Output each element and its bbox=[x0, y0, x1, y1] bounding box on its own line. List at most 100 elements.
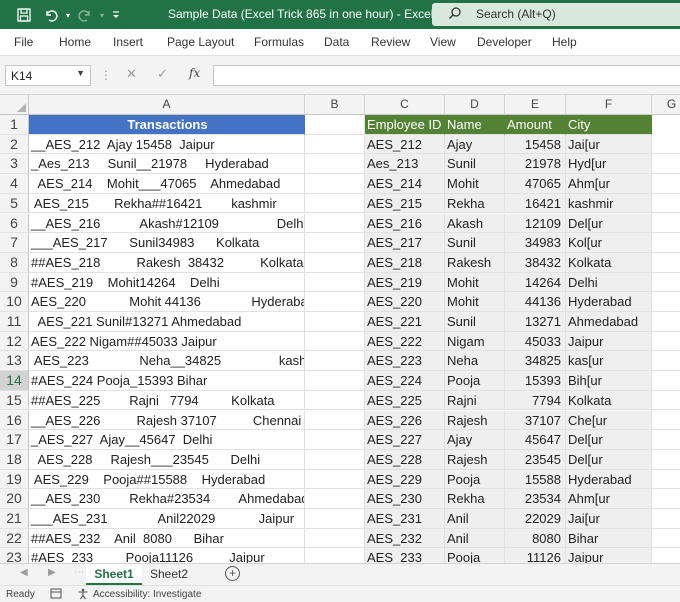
empty-cell[interactable] bbox=[305, 193, 365, 214]
column-header-g[interactable]: G bbox=[652, 95, 680, 115]
employee-id-cell[interactable]: AES_212 bbox=[365, 134, 445, 155]
transaction-cell[interactable]: ##AES_225 Rajni 7794 Kolkata bbox=[29, 390, 305, 411]
accessibility-icon[interactable] bbox=[77, 588, 89, 602]
accessibility-status[interactable]: Accessibility: Investigate bbox=[93, 589, 201, 600]
table-header-amount[interactable]: Amount bbox=[505, 115, 566, 135]
employee-id-cell[interactable]: AES_233 bbox=[365, 548, 445, 563]
empty-cell[interactable] bbox=[305, 174, 365, 194]
empty-cell[interactable] bbox=[305, 509, 365, 529]
name-cell[interactable]: Sunil bbox=[445, 312, 505, 332]
name-box[interactable]: K14 ▼ bbox=[5, 65, 91, 86]
city-cell[interactable]: Bih[ur bbox=[566, 371, 652, 391]
menu-page-layout[interactable]: Page Layout bbox=[167, 35, 234, 49]
empty-cell[interactable] bbox=[305, 469, 365, 490]
amount-cell[interactable]: 38432 bbox=[505, 252, 566, 273]
amount-cell[interactable]: 44136 bbox=[505, 292, 566, 312]
cancel-icon[interactable]: ✕ bbox=[126, 66, 137, 82]
employee-id-cell[interactable]: Aes_213 bbox=[365, 154, 445, 175]
empty-cell[interactable] bbox=[652, 134, 680, 155]
empty-cell[interactable] bbox=[305, 292, 365, 312]
name-cell[interactable]: Ajay bbox=[445, 134, 505, 155]
employee-id-cell[interactable]: AES_230 bbox=[365, 489, 445, 509]
chevron-down-icon[interactable]: ▼ bbox=[76, 68, 85, 78]
row-header-20[interactable]: 20 bbox=[0, 489, 29, 509]
row-header-5[interactable]: 5 bbox=[0, 193, 29, 214]
tab-sheet2[interactable]: Sheet2 bbox=[143, 564, 195, 585]
row-header-9[interactable]: 9 bbox=[0, 272, 29, 293]
city-cell[interactable]: Jai[ur bbox=[566, 509, 652, 529]
amount-cell[interactable]: 15588 bbox=[505, 469, 566, 490]
name-cell[interactable]: Mohit bbox=[445, 272, 505, 293]
employee-id-cell[interactable]: AES_224 bbox=[365, 371, 445, 391]
transaction-cell[interactable]: ##AES_232 Anil 8080 Bihar bbox=[29, 528, 305, 549]
empty-cell[interactable] bbox=[652, 193, 680, 214]
customize-toolbar-icon[interactable] bbox=[106, 5, 126, 25]
empty-cell[interactable] bbox=[305, 410, 365, 431]
save-icon[interactable] bbox=[14, 5, 34, 25]
empty-cell[interactable] bbox=[652, 272, 680, 293]
name-cell[interactable]: Mohit bbox=[445, 174, 505, 194]
empty-cell[interactable] bbox=[652, 449, 680, 470]
name-cell[interactable]: Anil bbox=[445, 509, 505, 529]
column-header-b[interactable]: B bbox=[305, 95, 365, 115]
transaction-cell[interactable]: ___AES_231 Anil22029 Jaipur bbox=[29, 509, 305, 529]
row-header-4[interactable]: 4 bbox=[0, 174, 29, 194]
empty-cell[interactable] bbox=[305, 213, 365, 234]
employee-id-cell[interactable]: AES_220 bbox=[365, 292, 445, 312]
empty-cell[interactable] bbox=[652, 528, 680, 549]
row-header-7[interactable]: 7 bbox=[0, 233, 29, 253]
name-cell[interactable]: Neha bbox=[445, 351, 505, 372]
empty-cell[interactable] bbox=[305, 449, 365, 470]
empty-cell[interactable] bbox=[652, 489, 680, 509]
city-cell[interactable]: Kolkata bbox=[566, 252, 652, 273]
amount-cell[interactable]: 21978 bbox=[505, 154, 566, 175]
empty-cell[interactable] bbox=[652, 312, 680, 332]
empty-cell[interactable] bbox=[652, 390, 680, 411]
name-cell[interactable]: Nigam bbox=[445, 331, 505, 352]
tab-sheet1[interactable]: Sheet1 bbox=[86, 564, 142, 585]
empty-cell[interactable] bbox=[652, 174, 680, 194]
empty-cell[interactable] bbox=[305, 233, 365, 253]
empty-cell[interactable] bbox=[305, 252, 365, 273]
amount-cell[interactable]: 34983 bbox=[505, 233, 566, 253]
column-header-f[interactable]: F bbox=[566, 95, 652, 115]
insert-function-icon[interactable]: fx bbox=[189, 66, 200, 80]
amount-cell[interactable]: 7794 bbox=[505, 390, 566, 411]
employee-id-cell[interactable]: AES_216 bbox=[365, 213, 445, 234]
row-header-3[interactable]: 3 bbox=[0, 154, 29, 175]
row-header-12[interactable]: 12 bbox=[0, 331, 29, 352]
table-header-employee-id[interactable]: Employee ID bbox=[365, 115, 445, 135]
name-cell[interactable]: Anil bbox=[445, 528, 505, 549]
empty-cell[interactable] bbox=[305, 351, 365, 372]
amount-cell[interactable]: 11126 bbox=[505, 548, 566, 563]
name-cell[interactable]: Mohit bbox=[445, 292, 505, 312]
cell-b1[interactable] bbox=[305, 115, 365, 135]
transaction-cell[interactable]: AES_223 Neha__34825 kashmir bbox=[29, 351, 305, 372]
column-header-a[interactable]: A bbox=[29, 95, 305, 115]
empty-cell[interactable] bbox=[652, 213, 680, 234]
tab-scroll-left-icon[interactable]: ◀ bbox=[20, 567, 28, 578]
row-header-1[interactable]: 1 bbox=[0, 115, 29, 135]
transaction-cell[interactable]: AES_228 Rajesh___23545 Delhi bbox=[29, 449, 305, 470]
row-header-15[interactable]: 15 bbox=[0, 390, 29, 411]
empty-cell[interactable] bbox=[652, 331, 680, 352]
employee-id-cell[interactable]: AES_228 bbox=[365, 449, 445, 470]
menu-data[interactable]: Data bbox=[324, 35, 349, 49]
city-cell[interactable]: Jai[ur bbox=[566, 134, 652, 155]
transaction-cell[interactable]: AES_220 Mohit 44136 Hyderabad bbox=[29, 292, 305, 312]
empty-cell[interactable] bbox=[305, 331, 365, 352]
city-cell[interactable]: kashmir bbox=[566, 193, 652, 214]
amount-cell[interactable]: 23534 bbox=[505, 489, 566, 509]
city-cell[interactable]: Kolkata bbox=[566, 390, 652, 411]
tab-more-icon[interactable]: ⋯ bbox=[74, 567, 84, 578]
city-cell[interactable]: Jaipur bbox=[566, 548, 652, 563]
employee-id-cell[interactable]: AES_218 bbox=[365, 252, 445, 273]
empty-cell[interactable] bbox=[652, 371, 680, 391]
row-header-13[interactable]: 13 bbox=[0, 351, 29, 372]
column-header-e[interactable]: E bbox=[505, 95, 566, 115]
employee-id-cell[interactable]: AES_227 bbox=[365, 430, 445, 450]
employee-id-cell[interactable]: AES_225 bbox=[365, 390, 445, 411]
transaction-cell[interactable]: ##AES_218 Rakesh 38432 Kolkata bbox=[29, 252, 305, 273]
tab-scroll-right-icon[interactable]: ▶ bbox=[48, 567, 56, 578]
table-header-name[interactable]: Name bbox=[445, 115, 505, 135]
